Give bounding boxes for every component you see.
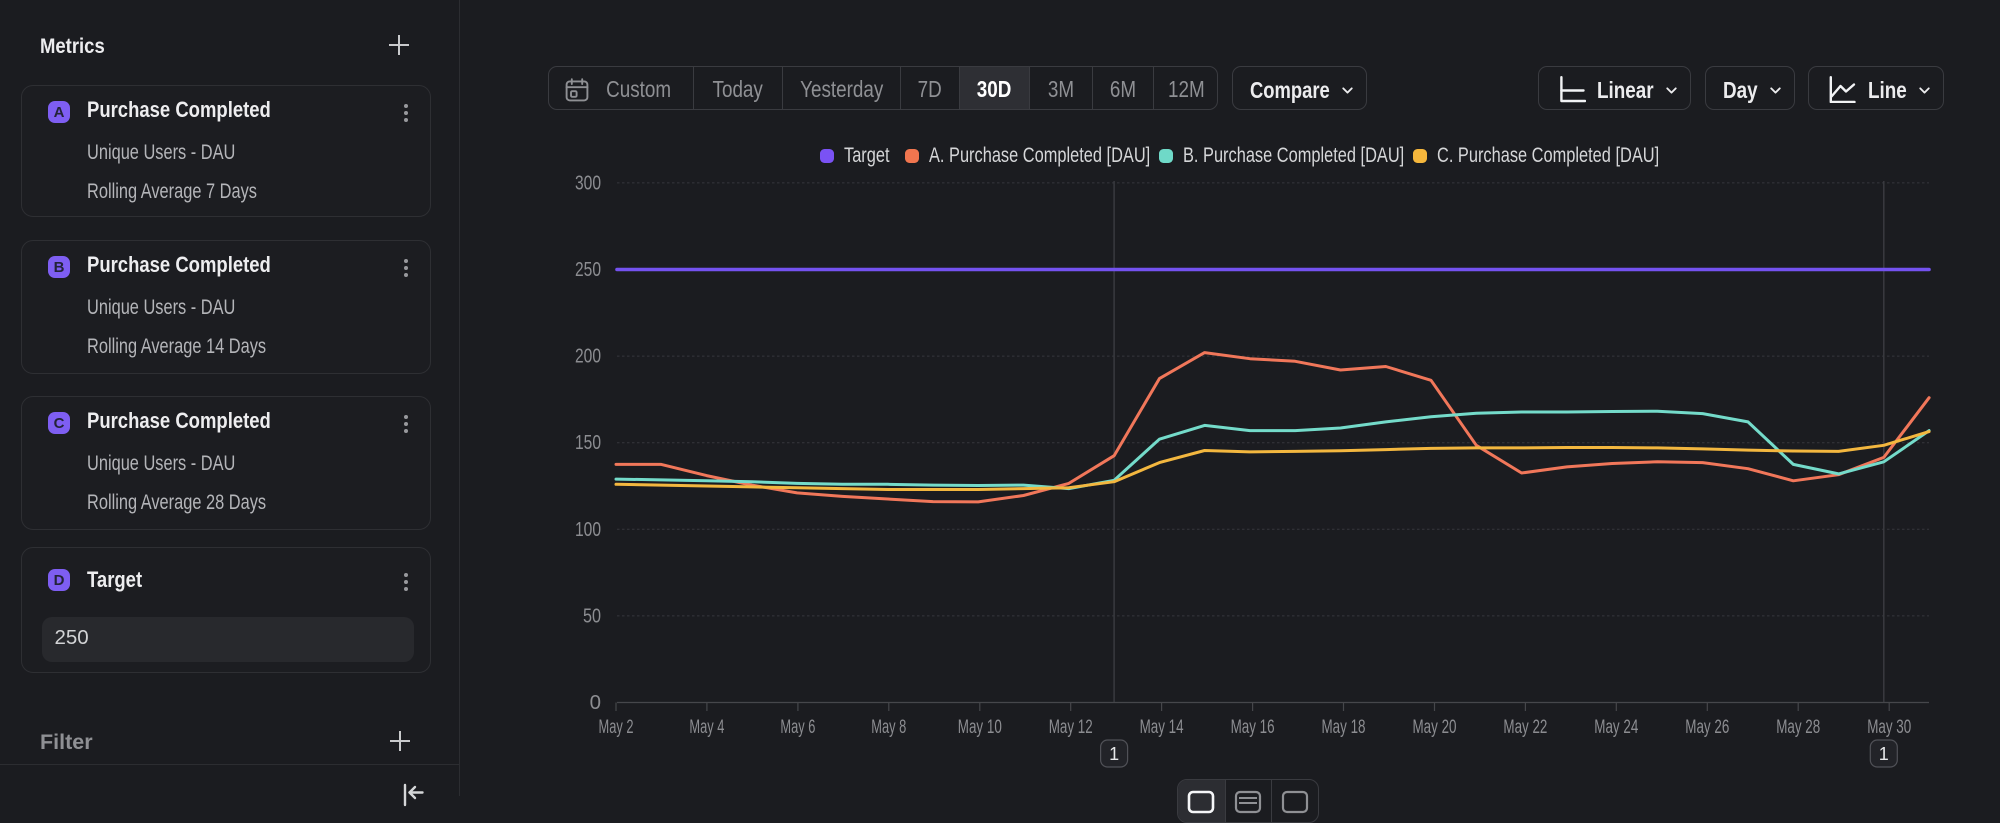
svg-text:May 24: May 24	[1594, 717, 1638, 738]
svg-text:May 2: May 2	[599, 717, 634, 738]
svg-text:May 26: May 26	[1685, 717, 1729, 738]
svg-text:May 14: May 14	[1140, 717, 1184, 738]
svg-text:0: 0	[590, 691, 601, 714]
svg-text:100: 100	[575, 518, 601, 541]
svg-text:May 4: May 4	[689, 717, 724, 738]
svg-text:May 6: May 6	[780, 717, 815, 738]
svg-text:200: 200	[575, 345, 601, 368]
svg-text:May 30: May 30	[1867, 717, 1911, 738]
svg-text:May 16: May 16	[1231, 717, 1275, 738]
svg-text:May 18: May 18	[1322, 717, 1366, 738]
svg-text:1: 1	[1109, 744, 1119, 764]
svg-text:May 12: May 12	[1049, 717, 1093, 738]
svg-text:May 8: May 8	[871, 717, 906, 738]
svg-text:May 22: May 22	[1503, 717, 1547, 738]
svg-text:300: 300	[575, 171, 601, 194]
svg-text:150: 150	[575, 431, 601, 454]
svg-text:50: 50	[583, 604, 601, 627]
svg-text:250: 250	[575, 258, 601, 281]
svg-text:May 10: May 10	[958, 717, 1002, 738]
svg-text:1: 1	[1879, 744, 1889, 764]
svg-text:May 28: May 28	[1776, 717, 1820, 738]
svg-text:May 20: May 20	[1413, 717, 1457, 738]
